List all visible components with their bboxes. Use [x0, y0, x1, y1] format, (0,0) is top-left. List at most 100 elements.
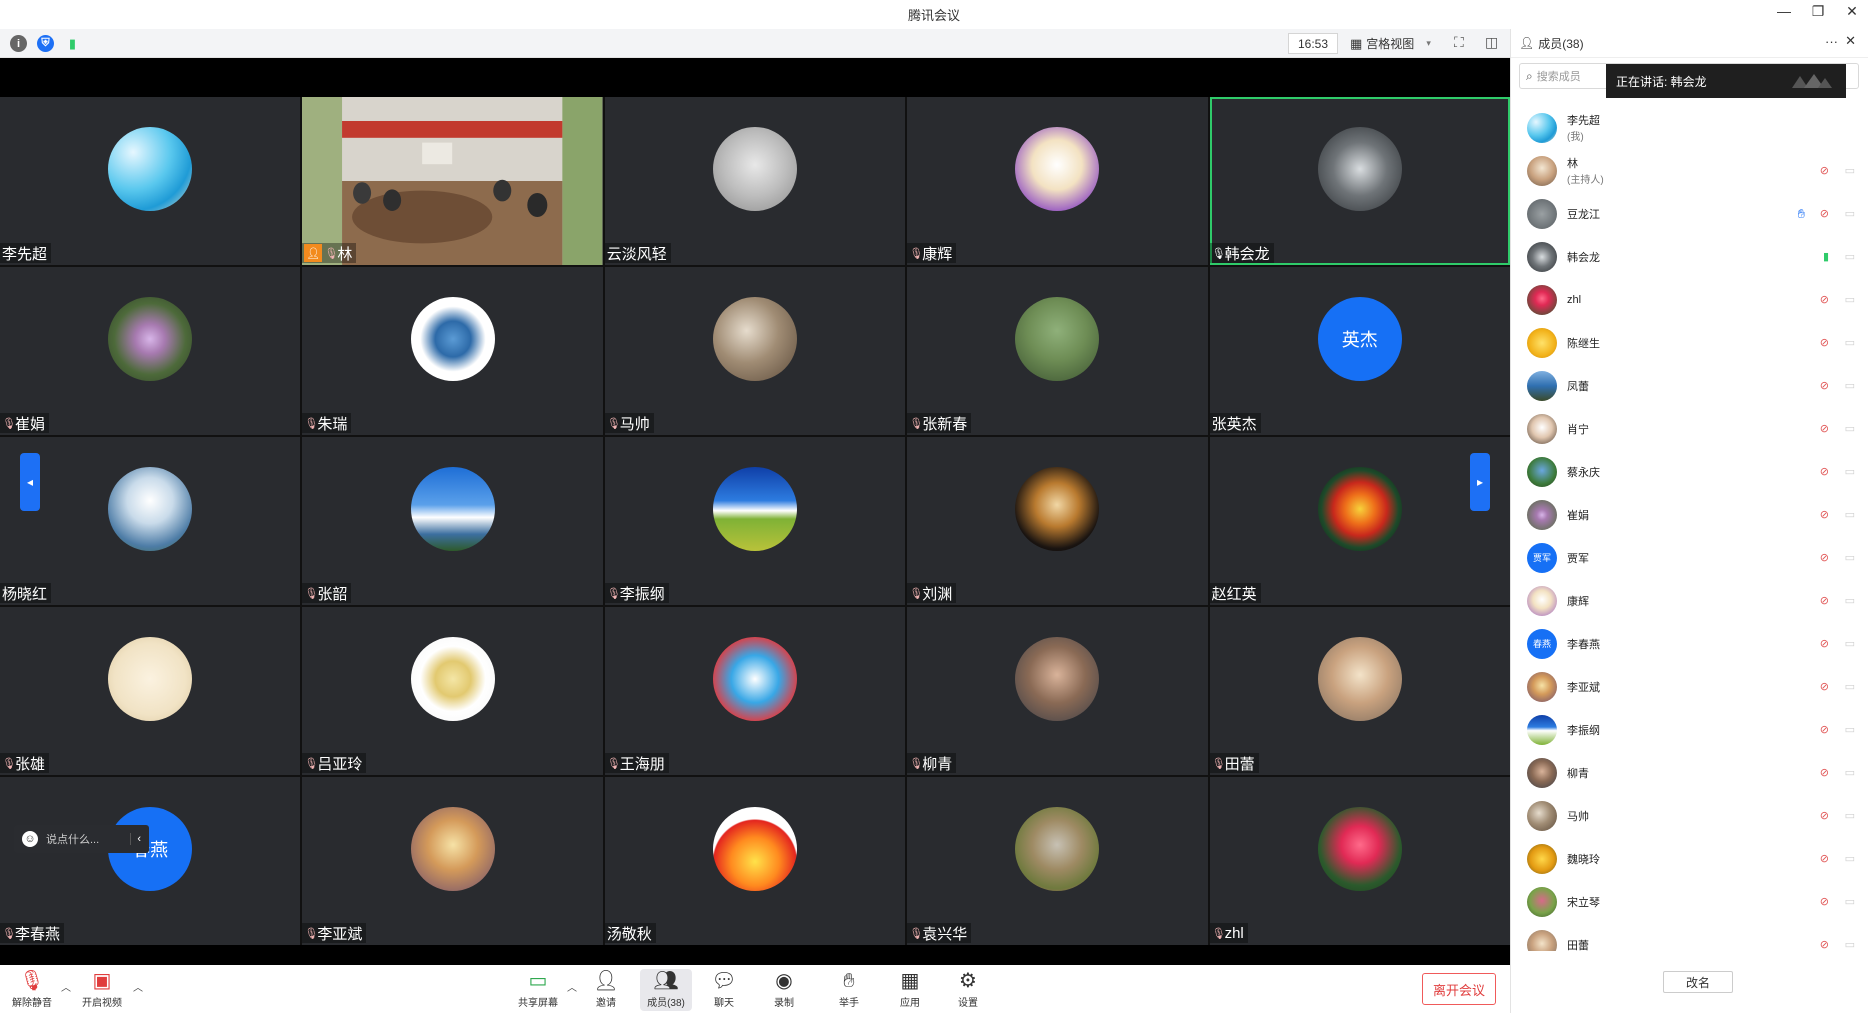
video-tile[interactable]: 🎙︎ 张韶: [302, 437, 603, 605]
layout-icon[interactable]: ◫: [1485, 34, 1498, 51]
close-icon[interactable]: ✕: [1844, 3, 1860, 20]
mic-muted-icon[interactable]: ⊘: [1820, 551, 1829, 564]
video-tile[interactable]: 英杰 张英杰: [1209, 267, 1510, 435]
video-tile[interactable]: 🎙︎ 张雄: [0, 607, 301, 775]
member-row[interactable]: 春燕 李春燕 ⊘ ▭: [1511, 622, 1868, 665]
settings-button[interactable]: ⚙ 设置: [942, 969, 994, 1009]
member-row[interactable]: 马帅 ⊘ ▭: [1511, 794, 1868, 837]
member-row[interactable]: 李亚斌 ⊘ ▭: [1511, 665, 1868, 708]
mic-on-icon[interactable]: ▮: [1823, 250, 1829, 263]
collapse-chat-icon[interactable]: ‹: [130, 833, 141, 845]
mic-muted-icon[interactable]: ⊘: [1820, 895, 1829, 908]
camera-off-icon[interactable]: ▭: [1845, 938, 1855, 951]
raise-hand-button[interactable]: ✋︎ 举手: [823, 969, 875, 1009]
video-options-caret[interactable]: ︿: [133, 979, 143, 994]
member-row[interactable]: 宋立琴 ⊘ ▭: [1511, 880, 1868, 923]
more-icon[interactable]: ···: [1825, 34, 1838, 49]
video-tile[interactable]: 春燕 🎙︎ 李春燕: [0, 777, 301, 945]
camera-off-icon[interactable]: ▭: [1845, 379, 1855, 392]
close-panel-icon[interactable]: ✕: [1845, 33, 1856, 49]
chat-button[interactable]: 💬︎ 聊天: [698, 969, 750, 1009]
share-options-caret[interactable]: ︿: [567, 979, 577, 994]
member-row[interactable]: 崔娟 ⊘ ▭: [1511, 493, 1868, 536]
share-screen-button[interactable]: ▭ 共享屏幕: [512, 969, 564, 1009]
record-button[interactable]: ◉ 录制: [758, 969, 810, 1009]
camera-off-icon[interactable]: ▭: [1845, 164, 1855, 177]
video-tile[interactable]: 👤︎ 🎙︎ 林: [302, 97, 603, 265]
video-tile[interactable]: 🎙︎ 朱瑞: [302, 267, 603, 435]
video-tile[interactable]: 🎙︎ 康辉: [907, 97, 1208, 265]
member-row[interactable]: 魏晓玲 ⊘ ▭: [1511, 837, 1868, 880]
member-row[interactable]: zhl ⊘ ▭: [1511, 278, 1868, 321]
leave-meeting-button[interactable]: 离开会议: [1422, 973, 1496, 1005]
mic-muted-icon[interactable]: ⊘: [1820, 293, 1829, 306]
member-row[interactable]: 韩会龙 ▮ ▭: [1511, 235, 1868, 278]
camera-off-icon[interactable]: ▭: [1845, 637, 1855, 650]
mic-muted-icon[interactable]: ⊘: [1820, 207, 1829, 220]
member-row[interactable]: 李振纲 ⊘ ▭: [1511, 708, 1868, 751]
camera-off-icon[interactable]: ▭: [1845, 422, 1855, 435]
member-row[interactable]: 陈继生 ⊘ ▭: [1511, 321, 1868, 364]
video-tile[interactable]: 🎙︎ 袁兴华: [907, 777, 1208, 945]
camera-off-icon[interactable]: ▭: [1845, 766, 1855, 779]
video-tile[interactable]: 🎙︎ 张新春: [907, 267, 1208, 435]
mic-muted-icon[interactable]: ⊘: [1820, 508, 1829, 521]
video-tile[interactable]: 🎙︎ 李亚斌: [302, 777, 603, 945]
mic-muted-icon[interactable]: ⊘: [1820, 422, 1829, 435]
video-tile[interactable]: 🎙︎ 刘渊: [907, 437, 1208, 605]
mic-muted-icon[interactable]: ⊘: [1820, 723, 1829, 736]
video-tile[interactable]: 🎙︎ 李振纲: [604, 437, 906, 605]
mic-muted-icon[interactable]: ⊘: [1820, 680, 1829, 693]
mic-muted-icon[interactable]: ⊘: [1820, 852, 1829, 865]
rename-button[interactable]: 改名: [1663, 971, 1733, 993]
audio-options-caret[interactable]: ︿: [61, 979, 71, 994]
mic-muted-icon[interactable]: ⊘: [1820, 809, 1829, 822]
camera-off-icon[interactable]: ▭: [1845, 336, 1855, 349]
camera-off-icon[interactable]: ▭: [1845, 594, 1855, 607]
camera-off-icon[interactable]: ▭: [1845, 551, 1855, 564]
camera-off-icon[interactable]: ▭: [1845, 465, 1855, 478]
member-row[interactable]: 豆龙江 ✋︎ ⊘ ▭: [1511, 192, 1868, 235]
video-tile[interactable]: 🎙︎ 吕亚玲: [302, 607, 603, 775]
camera-off-icon[interactable]: ▭: [1845, 250, 1855, 263]
video-tile[interactable]: 🎙︎ 崔娟: [0, 267, 301, 435]
video-tile[interactable]: 李先超: [0, 97, 301, 265]
member-row[interactable]: 肖宁 ⊘ ▭: [1511, 407, 1868, 450]
mic-muted-icon[interactable]: ⊘: [1820, 594, 1829, 607]
video-tile[interactable]: 杨晓红: [0, 437, 301, 605]
shield-icon[interactable]: ⛨: [37, 35, 54, 52]
mic-muted-icon[interactable]: ⊘: [1820, 766, 1829, 779]
signal-icon[interactable]: ▮: [64, 35, 81, 52]
unmute-button[interactable]: 🎙︎ 解除静音: [6, 969, 58, 1009]
member-row[interactable]: 林 (主持人) ⊘ ▭: [1511, 149, 1868, 192]
mic-muted-icon[interactable]: ⊘: [1820, 465, 1829, 478]
video-tile[interactable]: 赵红英: [1209, 437, 1510, 605]
invite-button[interactable]: 👤︎ 邀请: [580, 969, 632, 1009]
members-button[interactable]: 👥︎ 成员(38): [640, 969, 692, 1011]
member-row[interactable]: 柳青 ⊘ ▭: [1511, 751, 1868, 794]
start-video-button[interactable]: ▣ 开启视频: [76, 969, 128, 1009]
camera-off-icon[interactable]: ▭: [1845, 680, 1855, 693]
video-tile[interactable]: 🎙︎ 韩会龙: [1209, 97, 1510, 265]
member-row[interactable]: 蔡永庆 ⊘ ▭: [1511, 450, 1868, 493]
video-tile[interactable]: 🎙︎ 柳青: [907, 607, 1208, 775]
info-icon[interactable]: i: [10, 35, 27, 52]
mic-muted-icon[interactable]: ⊘: [1820, 938, 1829, 951]
mic-muted-icon[interactable]: ⊘: [1820, 637, 1829, 650]
mic-muted-icon[interactable]: ⊘: [1820, 164, 1829, 177]
video-tile[interactable]: 🎙︎ 田蕾: [1209, 607, 1510, 775]
camera-off-icon[interactable]: ▭: [1845, 293, 1855, 306]
video-tile[interactable]: 云淡风轻: [604, 97, 906, 265]
video-tile[interactable]: 🎙︎ 王海朋: [604, 607, 906, 775]
member-row[interactable]: 凤蕾 ⊘ ▭: [1511, 364, 1868, 407]
next-page-button[interactable]: ▸: [1470, 453, 1490, 511]
camera-off-icon[interactable]: ▭: [1845, 895, 1855, 908]
mic-muted-icon[interactable]: ⊘: [1820, 336, 1829, 349]
minimize-icon[interactable]: —: [1776, 3, 1792, 20]
view-mode-button[interactable]: ▦ 宫格视图 ▾: [1346, 33, 1435, 54]
video-tile[interactable]: 🎙︎ zhl: [1209, 777, 1510, 945]
camera-off-icon[interactable]: ▭: [1845, 852, 1855, 865]
member-row[interactable]: 田蕾 ⊘ ▭: [1511, 923, 1868, 951]
mic-muted-icon[interactable]: ⊘: [1820, 379, 1829, 392]
video-tile[interactable]: 🎙︎ 马帅: [604, 267, 906, 435]
